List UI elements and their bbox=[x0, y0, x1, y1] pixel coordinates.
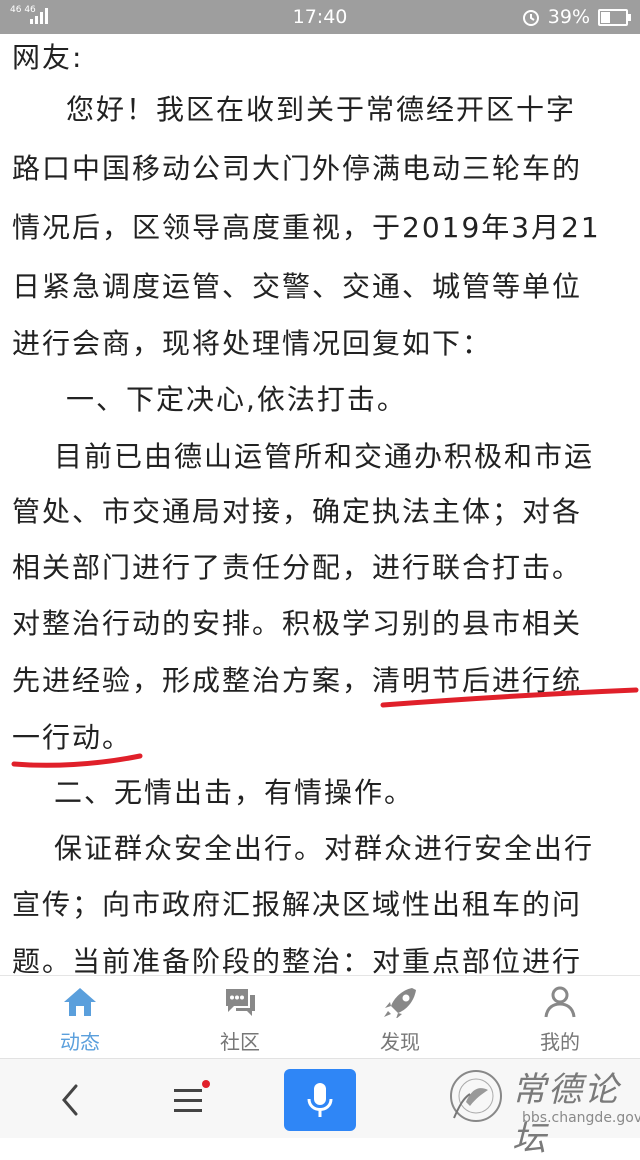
watermark-url: bbs.changde.gov.cn bbox=[522, 1110, 640, 1126]
tab-dongtai[interactable]: 动态 bbox=[0, 976, 160, 1058]
bottom-tab-bar: 动态 社区 发现 我的 bbox=[0, 975, 640, 1058]
tab-faxian[interactable]: 发现 bbox=[320, 976, 480, 1058]
menu-icon[interactable] bbox=[172, 1079, 212, 1119]
voice-button[interactable] bbox=[284, 1069, 356, 1131]
tab-label: 社区 bbox=[220, 1030, 260, 1054]
alarm-icon bbox=[522, 10, 539, 26]
tab-label: 发现 bbox=[380, 1030, 420, 1054]
rocket-icon bbox=[384, 988, 416, 1018]
battery-percent: 39% bbox=[547, 6, 590, 28]
back-icon[interactable] bbox=[56, 1083, 86, 1117]
red-underline-annotation bbox=[11, 687, 639, 768]
watermark: 常德论坛 bbs.changde.gov.cn bbox=[430, 1060, 640, 1159]
mic-icon bbox=[307, 1083, 333, 1117]
tab-wode[interactable]: 我的 bbox=[480, 976, 640, 1058]
battery-fill bbox=[601, 11, 611, 23]
person-icon bbox=[544, 986, 576, 1018]
tab-label: 我的 bbox=[540, 1030, 580, 1054]
home-icon bbox=[64, 988, 96, 1016]
status-bar: 46 46 17:40 39% bbox=[0, 0, 640, 34]
article-content: 网友: 您好！我区在收到关于常德经开区十字 路口中国移动公司大门外停满电动三轮车… bbox=[0, 34, 640, 974]
tab-shequ[interactable]: 社区 bbox=[160, 976, 320, 1058]
chat-icon bbox=[226, 989, 255, 1016]
tab-label: 动态 bbox=[60, 1030, 100, 1054]
battery-icon bbox=[598, 8, 631, 26]
forum-seal-logo bbox=[450, 1070, 502, 1122]
